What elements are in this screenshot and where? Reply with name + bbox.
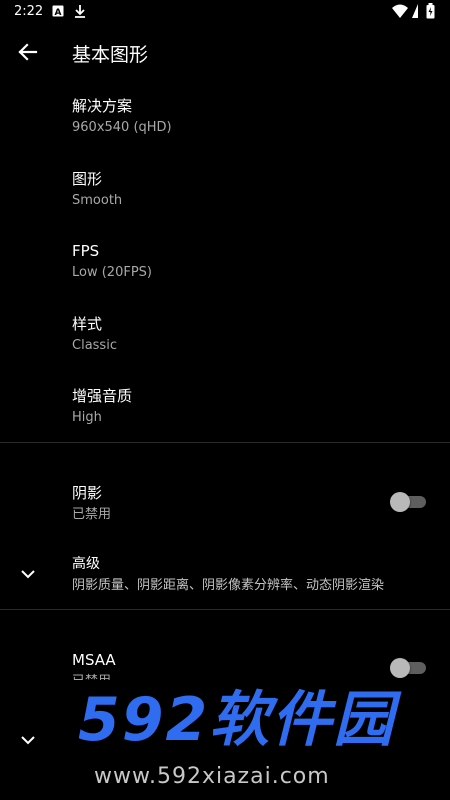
- svg-text:A: A: [55, 8, 62, 17]
- app-bar: 基本图形: [0, 24, 450, 80]
- shadow-switch[interactable]: [390, 492, 426, 512]
- pref-summary: Smooth: [72, 193, 123, 208]
- switch-thumb: [390, 658, 410, 678]
- pref-summary: Classic: [72, 338, 117, 353]
- pref-title: 样式: [72, 315, 103, 333]
- chevron-down-icon[interactable]: [18, 733, 38, 747]
- watermark-url: www.592xiazai.com: [94, 764, 330, 789]
- signal-icon: [412, 4, 418, 18]
- page-title: 基本图形: [72, 44, 149, 66]
- pref-audio-quality[interactable]: 增强音质 High: [72, 386, 422, 428]
- status-time: 2:22: [14, 4, 44, 19]
- switch-thumb: [390, 492, 410, 512]
- pref-advanced[interactable]: 高级 阴影质量、阴影距离、阴影像素分辨率、动态阴影渲染: [72, 554, 422, 596]
- pref-shadow[interactable]: 阴影 已禁用: [72, 483, 372, 525]
- pref-title: FPS: [72, 242, 100, 260]
- back-arrow-icon[interactable]: [14, 40, 42, 64]
- download-icon: [75, 5, 85, 18]
- pref-summary: High: [72, 410, 102, 425]
- pref-summary: 阴影质量、阴影距离、阴影像素分辨率、动态阴影渲染: [72, 578, 385, 593]
- chevron-down-icon[interactable]: [18, 567, 38, 581]
- pref-title: 阴影: [72, 484, 103, 502]
- pref-style[interactable]: 样式 Classic: [72, 314, 422, 356]
- pref-summary: 960x540 (qHD): [72, 120, 172, 135]
- pref-title: 解决方案: [72, 97, 133, 115]
- pref-title: 图形: [72, 170, 103, 188]
- divider: [0, 609, 450, 610]
- status-bar: 2:22 A: [0, 0, 450, 24]
- pref-fps[interactable]: FPS Low (20FPS): [72, 241, 422, 283]
- watermark-logo: 592软件园: [78, 685, 396, 755]
- pref-summary: Low (20FPS): [72, 265, 152, 280]
- a-notification-icon: A: [52, 5, 64, 17]
- pref-resolution[interactable]: 解决方案 960x540 (qHD): [72, 96, 422, 138]
- pref-summary: 已禁用: [72, 507, 112, 522]
- battery-charging-icon: [426, 3, 435, 19]
- watermark: 592软件园 www.592xiazai.com: [66, 680, 450, 800]
- wifi-icon: [392, 4, 408, 18]
- pref-title: 高级: [72, 556, 100, 572]
- pref-title: 增强音质: [72, 387, 133, 405]
- divider: [0, 442, 450, 443]
- pref-title: MSAA: [72, 651, 116, 669]
- pref-graphics[interactable]: 图形 Smooth: [72, 169, 422, 211]
- msaa-switch[interactable]: [390, 658, 426, 678]
